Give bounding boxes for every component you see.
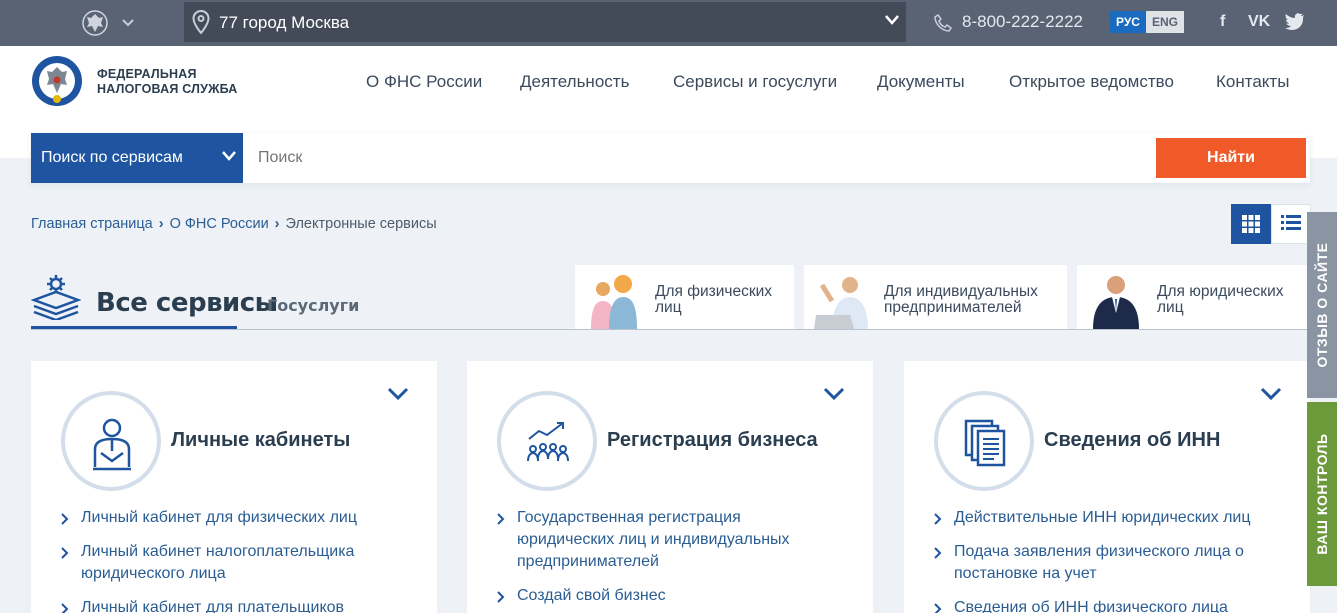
card-business-registration: Регистрация бизнеса Государственная реги… xyxy=(467,361,873,613)
card-links: Государственная регистрация юридических … xyxy=(497,507,837,613)
grid-icon xyxy=(1242,215,1260,233)
region-select[interactable]: 77 город Москва xyxy=(184,2,906,42)
search-input[interactable] xyxy=(258,149,1138,167)
link-label: Создай свой бизнес xyxy=(517,587,666,604)
search-button[interactable]: Найти xyxy=(1156,138,1306,178)
breadcrumb-home[interactable]: Главная страница xyxy=(31,216,153,232)
facebook-icon[interactable]: f xyxy=(1220,13,1225,31)
list-item[interactable]: Государственная регистрация юридических … xyxy=(497,507,837,573)
tab-all-services[interactable]: Все сервисы xyxy=(96,288,278,318)
personal-account-icon xyxy=(61,391,161,491)
card-title: Регистрация бизнеса xyxy=(607,429,818,451)
list-item[interactable]: Создай свой бизнес xyxy=(497,585,837,607)
phone-number: 8-800-222-2222 xyxy=(962,12,1083,31)
tab-gosuslugi[interactable]: Госуслуги xyxy=(267,296,359,315)
list-item[interactable]: Действительные ИНН юридических лиц xyxy=(934,507,1274,529)
chevron-right-icon xyxy=(497,513,505,525)
feedback-label: ОТЗЫВ О САЙТЕ xyxy=(1314,242,1330,368)
audience-label: Для физических лиц xyxy=(655,283,773,316)
card-links: Действительные ИНН юридических лиц Подач… xyxy=(934,507,1274,613)
entrepreneur-photo-icon xyxy=(814,277,868,329)
chevron-right-icon xyxy=(934,547,942,559)
card-links: Личный кабинет для физических лиц Личный… xyxy=(61,507,401,613)
language-switch: РУС ENG xyxy=(1110,11,1184,33)
search-scope-select[interactable]: Поиск по сервисам xyxy=(31,133,243,183)
chevron-down-icon xyxy=(885,15,899,25)
link-label: Личный кабинет для физических лиц xyxy=(81,509,358,526)
twitter-icon[interactable] xyxy=(1285,13,1305,35)
link-label: Подача заявления физического лица о пост… xyxy=(954,543,1244,582)
documents-icon xyxy=(934,391,1034,491)
list-item[interactable]: Подача заявления физического лица о пост… xyxy=(934,541,1274,585)
vk-icon[interactable]: VK xyxy=(1248,13,1270,31)
chevron-down-icon[interactable] xyxy=(1260,387,1282,401)
chevron-down-icon[interactable] xyxy=(823,387,845,401)
lang-en-button[interactable]: ENG xyxy=(1145,11,1184,33)
control-label: ВАШ КОНТРОЛЬ xyxy=(1314,433,1330,555)
list-item[interactable]: Личный кабинет для физических лиц xyxy=(61,507,401,529)
card-title: Личные кабинеты xyxy=(171,429,351,451)
businessman-photo-icon xyxy=(1093,276,1139,329)
business-growth-icon xyxy=(497,391,597,491)
nav-about[interactable]: О ФНС России xyxy=(366,72,482,92)
logo-line-2: НАЛОГОВАЯ СЛУЖБА xyxy=(97,82,238,96)
audience-individuals[interactable]: Для физических лиц xyxy=(575,265,794,329)
search-bar: Поиск по сервисам Найти xyxy=(31,133,1310,183)
chevron-right-icon xyxy=(61,513,69,525)
card-title: Сведения об ИНН xyxy=(1044,429,1221,451)
breadcrumb: Главная страница › О ФНС России › Электронны… xyxy=(31,216,437,232)
phone-icon xyxy=(934,13,952,32)
chevron-right-icon: › xyxy=(274,216,280,232)
family-photo-icon xyxy=(591,275,637,329)
nav-contacts[interactable]: Контакты xyxy=(1216,72,1289,92)
breadcrumb-current: Электронные сервисы xyxy=(285,216,437,232)
chevron-right-icon xyxy=(497,591,505,603)
fns-logo-icon[interactable] xyxy=(31,55,83,107)
nav-activity[interactable]: Деятельность xyxy=(520,72,629,92)
coat-of-arms-icon[interactable] xyxy=(80,8,110,38)
chevron-right-icon xyxy=(934,603,942,613)
grid-view-button[interactable] xyxy=(1231,204,1271,244)
link-label: Личный кабинет для плательщиков xyxy=(81,599,345,613)
nav-services[interactable]: Сервисы и госуслуги xyxy=(673,72,837,92)
link-label: Действительные ИНН юридических лиц xyxy=(954,509,1251,526)
tabs-divider xyxy=(31,329,1310,330)
card-inn-info: Сведения об ИНН Действительные ИНН юриди… xyxy=(904,361,1310,613)
control-side-tab[interactable]: ВАШ КОНТРОЛЬ xyxy=(1307,402,1337,586)
chevron-down-icon[interactable] xyxy=(387,387,409,401)
chevron-down-icon[interactable] xyxy=(122,14,134,30)
card-personal-accounts: Личные кабинеты Личный кабинет для физич… xyxy=(31,361,437,613)
hotline-phone[interactable]: 8-800-222-2222 xyxy=(934,12,1083,32)
chevron-right-icon xyxy=(61,603,69,613)
breadcrumb-about[interactable]: О ФНС России xyxy=(170,216,269,232)
top-bar: 77 город Москва 8-800-222-2222 РУС ENG f… xyxy=(0,0,1337,46)
search-scope-label: Поиск по сервисам xyxy=(41,149,183,166)
feedback-side-tab[interactable]: ОТЗЫВ О САЙТЕ xyxy=(1307,212,1337,398)
chevron-right-icon xyxy=(61,547,69,559)
logo-text: ФЕДЕРАЛЬНАЯ НАЛОГОВАЯ СЛУЖБА xyxy=(97,67,238,97)
list-item[interactable]: Личный кабинет для плательщиков xyxy=(61,597,401,613)
chevron-down-icon xyxy=(222,151,236,161)
nav-documents[interactable]: Документы xyxy=(877,72,965,92)
link-label: Личный кабинет налогоплательщика юридиче… xyxy=(81,543,355,582)
list-icon xyxy=(1281,215,1301,230)
logo-line-1: ФЕДЕРАЛЬНАЯ xyxy=(97,67,197,81)
link-label: Сведения об ИНН физического лица xyxy=(954,599,1228,613)
link-label: Государственная регистрация юридических … xyxy=(517,509,790,570)
services-stack-icon xyxy=(31,275,81,320)
list-item[interactable]: Сведения об ИНН физического лица xyxy=(934,597,1274,613)
location-pin-icon xyxy=(192,10,210,34)
nav-open-agency[interactable]: Открытое ведомство xyxy=(1009,72,1174,92)
list-item[interactable]: Личный кабинет налогоплательщика юридиче… xyxy=(61,541,401,585)
audience-label: Для индивидуальных предпринимателей xyxy=(884,283,1038,316)
audience-entrepreneurs[interactable]: Для индивидуальных предпринимателей xyxy=(804,265,1067,329)
audience-legal-entities[interactable]: Для юридических лиц xyxy=(1077,265,1310,329)
lang-ru-button[interactable]: РУС xyxy=(1110,11,1146,33)
list-view-button[interactable] xyxy=(1271,204,1311,244)
chevron-right-icon: › xyxy=(158,216,164,232)
region-value: 77 город Москва xyxy=(219,13,350,32)
chevron-right-icon xyxy=(934,513,942,525)
audience-label: Для юридических лиц xyxy=(1157,283,1284,316)
